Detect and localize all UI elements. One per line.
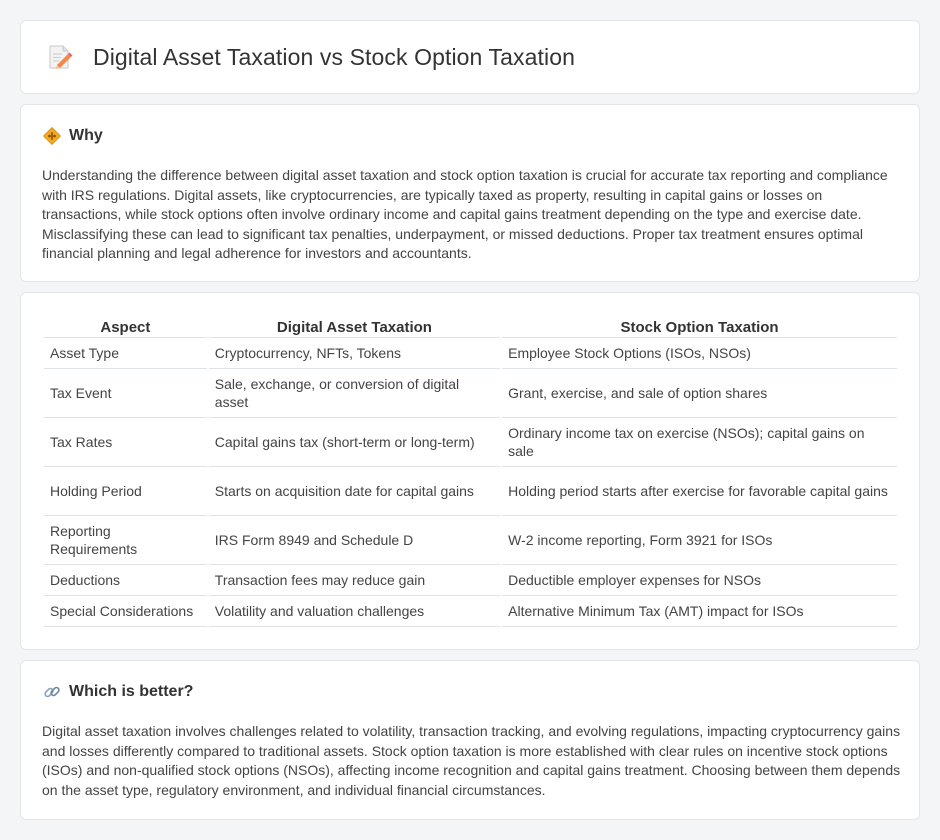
better-heading: Which is better? <box>69 683 194 700</box>
title-card: Digital Asset Taxation vs Stock Option T… <box>20 20 920 94</box>
why-heading: Why <box>69 127 103 144</box>
which-is-better-section: Which is better? Digital asset taxation … <box>20 660 920 820</box>
row-aspect: Special Considerations <box>44 596 207 627</box>
why-text: Understanding the difference between dig… <box>42 167 888 261</box>
header-aspect: Aspect <box>44 316 207 338</box>
row-digital-asset: Volatility and valuation challenges <box>208 596 501 627</box>
row-aspect: Deductions <box>44 565 207 596</box>
row-digital-asset: Cryptocurrency, NFTs, Tokens <box>208 338 501 369</box>
table-row: Special Considerations Volatility and va… <box>44 596 897 627</box>
row-aspect: Reporting Requirements <box>44 516 207 565</box>
row-digital-asset: Transaction fees may reduce gain <box>208 565 501 596</box>
header-stock-option: Stock Option Taxation <box>502 316 897 338</box>
table-row: Tax Event Sale, exchange, or conversion … <box>44 369 897 418</box>
row-digital-asset: Capital gains tax (short-term or long-te… <box>208 418 501 467</box>
table-row: Holding Period Starts on acquisition dat… <box>44 467 897 516</box>
memo-pencil-icon <box>47 44 73 70</box>
header-digital-asset: Digital Asset Taxation <box>208 316 501 338</box>
link-icon <box>43 683 61 701</box>
table-row: Tax Rates Capital gains tax (short-term … <box>44 418 897 467</box>
table-row: Reporting Requirements IRS Form 8949 and… <box>44 516 897 565</box>
comparison-table: Aspect Digital Asset Taxation Stock Opti… <box>42 316 899 627</box>
row-stock-option: Holding period starts after exercise for… <box>502 467 897 516</box>
row-stock-option: Deductible employer expenses for NSOs <box>502 565 897 596</box>
row-aspect: Asset Type <box>44 338 207 369</box>
row-digital-asset: Sale, exchange, or conversion of digital… <box>208 369 501 418</box>
table-header-row: Aspect Digital Asset Taxation Stock Opti… <box>44 316 897 338</box>
why-section: Why Understanding the difference between… <box>20 104 920 282</box>
row-stock-option: Employee Stock Options (ISOs, NSOs) <box>502 338 897 369</box>
table-row: Asset Type Cryptocurrency, NFTs, Tokens … <box>44 338 897 369</box>
row-digital-asset: IRS Form 8949 and Schedule D <box>208 516 501 565</box>
row-digital-asset: Starts on acquisition date for capital g… <box>208 467 501 516</box>
comparison-table-card: Aspect Digital Asset Taxation Stock Opti… <box>20 292 920 650</box>
table-row: Deductions Transaction fees may reduce g… <box>44 565 897 596</box>
page-title: Digital Asset Taxation vs Stock Option T… <box>93 43 575 70</box>
better-text: Digital asset taxation involves challeng… <box>42 723 901 798</box>
diamond-sign-icon <box>42 126 62 146</box>
row-stock-option: Ordinary income tax on exercise (NSOs); … <box>502 418 897 467</box>
row-stock-option: Grant, exercise, and sale of option shar… <box>502 369 897 418</box>
row-stock-option: Alternative Minimum Tax (AMT) impact for… <box>502 596 897 627</box>
row-aspect: Tax Event <box>44 369 207 418</box>
row-stock-option: W-2 income reporting, Form 3921 for ISOs <box>502 516 897 565</box>
row-aspect: Tax Rates <box>44 418 207 467</box>
row-aspect: Holding Period <box>44 467 207 516</box>
